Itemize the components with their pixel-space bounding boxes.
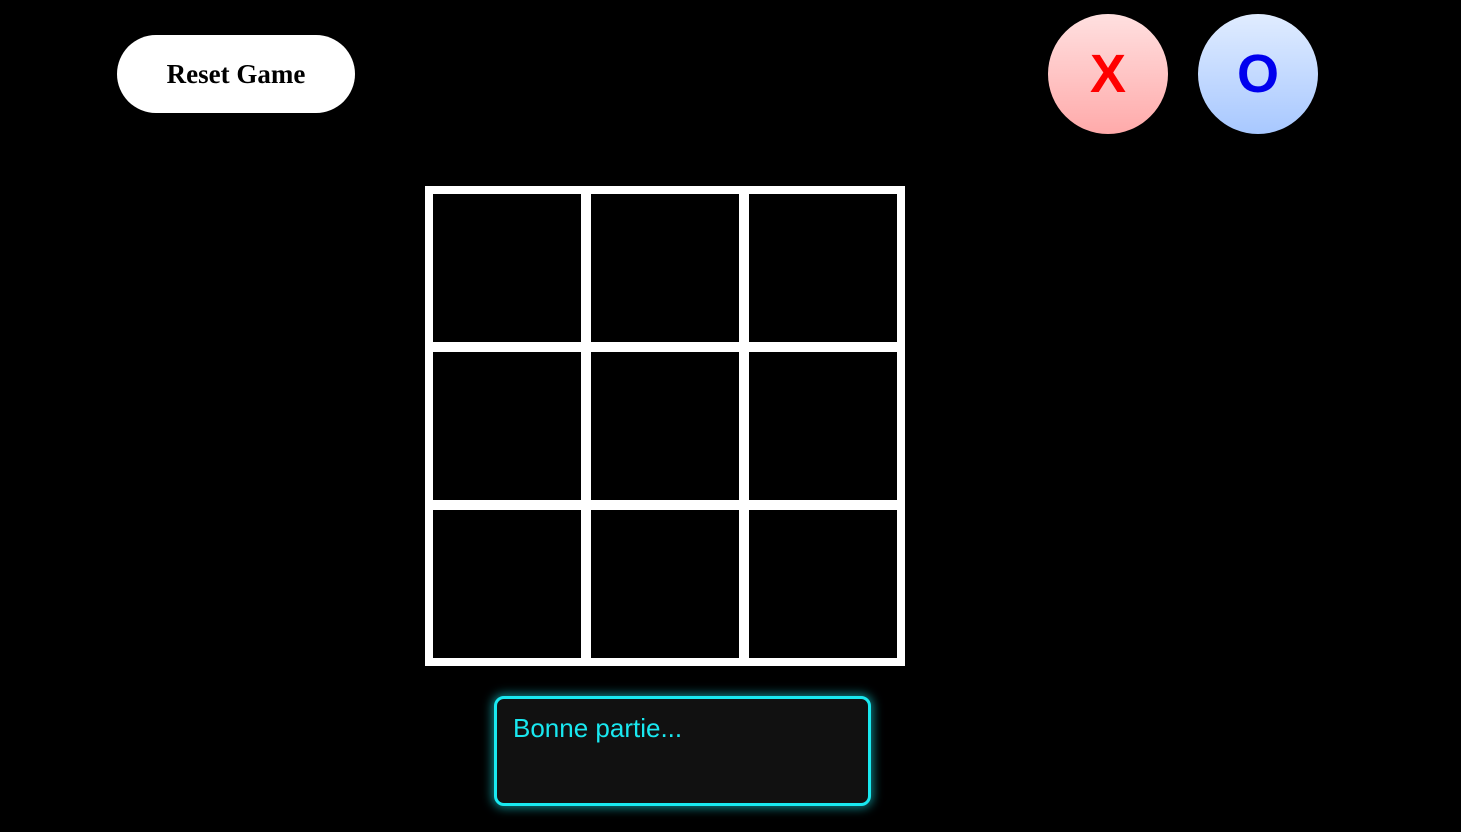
player-o-button[interactable]: O	[1198, 14, 1318, 134]
board-cell[interactable]	[591, 194, 739, 342]
status-message-box: Bonne partie...	[494, 696, 871, 806]
player-o-symbol: O	[1236, 44, 1279, 104]
board-cell[interactable]	[433, 510, 581, 658]
board-cell[interactable]	[591, 352, 739, 500]
board-cell[interactable]	[749, 352, 897, 500]
board-cell[interactable]	[433, 352, 581, 500]
board-cell[interactable]	[591, 510, 739, 658]
board-cell[interactable]	[433, 194, 581, 342]
player-x-symbol: X	[1089, 44, 1127, 104]
board-cell[interactable]	[749, 510, 897, 658]
status-message: Bonne partie...	[513, 713, 683, 743]
player-x-button[interactable]: X	[1048, 14, 1168, 134]
board-cell[interactable]	[749, 194, 897, 342]
game-board	[425, 186, 905, 666]
reset-game-button[interactable]: Reset Game	[117, 35, 355, 113]
